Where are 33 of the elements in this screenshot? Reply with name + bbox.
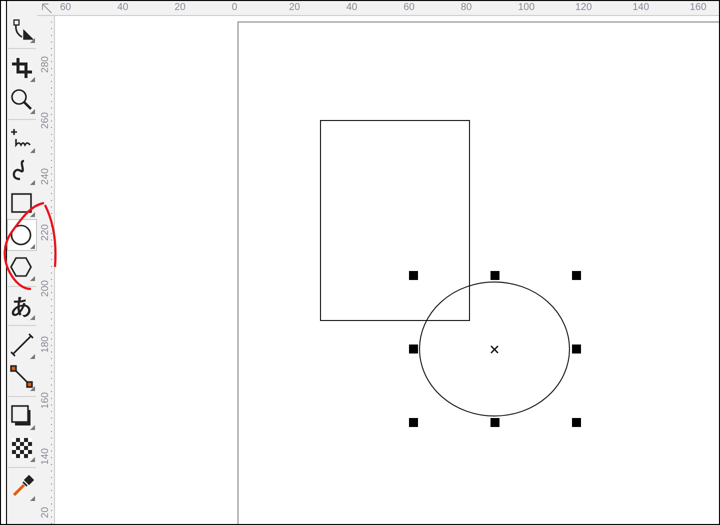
ruler-label: 100 bbox=[517, 1, 536, 15]
ruler-label: 280 bbox=[40, 56, 51, 72]
selection-handle[interactable] bbox=[490, 271, 500, 280]
ruler-label: 20 bbox=[288, 1, 302, 15]
selection-handle[interactable] bbox=[572, 271, 581, 280]
ruler-label: 140 bbox=[40, 448, 51, 464]
selection-handle[interactable] bbox=[409, 344, 418, 354]
ruler-label: 160 bbox=[40, 392, 51, 408]
ruler-label: 20 bbox=[40, 506, 51, 518]
selection-handle[interactable] bbox=[490, 418, 500, 427]
center-mark-icon bbox=[490, 345, 499, 354]
ruler-label: 140 bbox=[632, 1, 650, 15]
ellipse-shape[interactable] bbox=[419, 282, 570, 416]
ruler-label: 220 bbox=[40, 224, 51, 240]
ruler-label: 40 bbox=[116, 1, 130, 15]
ruler-label: 260 bbox=[40, 112, 51, 128]
ruler-label: 20 bbox=[174, 1, 187, 15]
ruler-label: 180 bbox=[40, 336, 51, 352]
rectangle-shape[interactable] bbox=[320, 120, 470, 321]
selection-handle[interactable] bbox=[409, 271, 418, 280]
ruler-label: 60 bbox=[402, 1, 416, 15]
ruler-label: 160 bbox=[688, 1, 708, 15]
ruler-label: 200 bbox=[40, 280, 51, 296]
selection-handle[interactable] bbox=[572, 344, 581, 354]
ruler-label: 0 bbox=[230, 1, 238, 15]
ellipse-tool-icon[interactable] bbox=[7, 219, 37, 251]
ruler-label: 120 bbox=[574, 1, 593, 15]
ruler-label: 60 bbox=[59, 1, 72, 15]
ruler-label: 40 bbox=[345, 1, 358, 15]
selection-handle[interactable] bbox=[409, 418, 418, 427]
ruler-label: 240 bbox=[40, 168, 51, 184]
ruler-label: 80 bbox=[460, 1, 473, 15]
selection-handle[interactable] bbox=[572, 418, 581, 427]
